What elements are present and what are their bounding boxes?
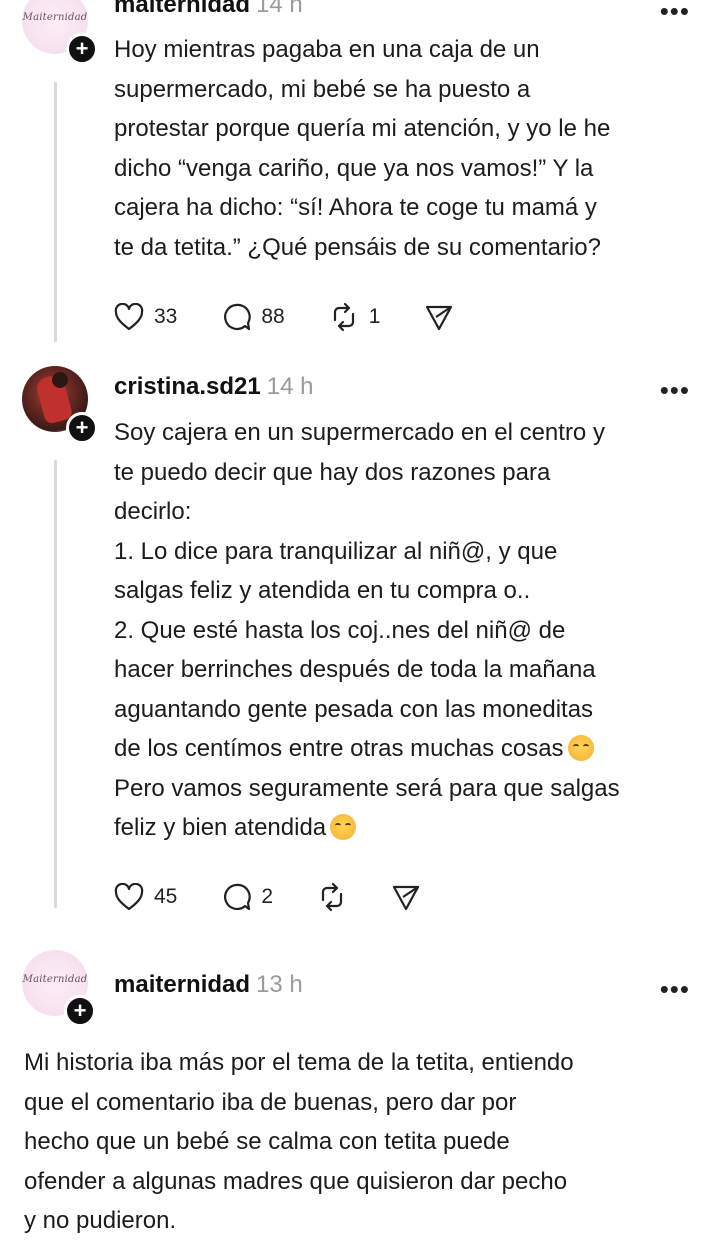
text-line: aguantando gente pesada con las monedita…	[114, 695, 594, 723]
username-text[interactable]: maiternidad	[114, 971, 250, 998]
send-triangle-icon	[392, 885, 420, 911]
username[interactable]: cristina.sd21 14 h	[114, 373, 313, 401]
heart-outline-icon	[114, 303, 144, 331]
repost-button[interactable]	[317, 882, 347, 912]
follow-plus-icon[interactable]: +	[66, 412, 98, 444]
text-line: de los centímos entre otras muchas cosas	[114, 729, 620, 769]
text-line: que el comentario iba de buenas, pero da…	[24, 1088, 517, 1116]
reply-text: Soy cajera en un supermercado en el cent…	[114, 413, 620, 848]
speech-bubble-icon	[224, 883, 252, 911]
username[interactable]: maiternidad 13 h	[114, 971, 303, 999]
comment-button[interactable]: 88	[221, 302, 285, 332]
post-text: Hoy mientras pagaba en una caja de un su…	[114, 30, 610, 267]
timestamp: 14 h	[256, 0, 303, 18]
text-line: decirlo:	[114, 498, 192, 525]
text-line: Hoy mientras pagaba en una caja de un	[114, 36, 540, 63]
text-line: te da tetita.” ¿Qué pensáis de su coment…	[114, 233, 601, 261]
text-line: hecho que un bebé se calma con tetita pu…	[24, 1128, 510, 1155]
reply-text: Mi historia iba más por el tema de la te…	[24, 1043, 574, 1241]
comment-count: 88	[261, 305, 285, 328]
text-line: Mi historia iba más por el tema de la te…	[24, 1049, 574, 1076]
timestamp: 13 h	[256, 971, 303, 998]
comment-count: 2	[261, 885, 274, 908]
more-options-icon[interactable]: •••	[660, 377, 690, 403]
text-line: Soy cajera en un supermercado en el cent…	[114, 419, 605, 446]
post-3: Maiternidad + maiternidad 13 h ••• Mi his…	[0, 940, 720, 1253]
follow-plus-icon[interactable]: +	[66, 33, 98, 65]
like-button[interactable]: 45	[114, 883, 177, 911]
heart-outline-icon	[114, 883, 144, 911]
username[interactable]: maiternidad 14 h	[114, 0, 303, 19]
share-button[interactable]	[424, 302, 454, 332]
text-line: feliz y bien atendida	[114, 808, 620, 848]
post-1: Maiternidad + maiternidad 14 h ••• Hoy mi…	[0, 0, 720, 350]
comment-button[interactable]: 2	[221, 882, 273, 912]
more-options-icon[interactable]: •••	[660, 976, 690, 1002]
repost-button[interactable]: 1	[329, 302, 381, 332]
text-line: y no pudieron.	[24, 1207, 177, 1234]
thread-line	[54, 460, 57, 908]
timestamp: 14 h	[266, 373, 314, 400]
thread-line	[54, 82, 57, 342]
text-line-content: de los centímos entre otras muchas cosas	[114, 735, 564, 762]
smiling-face-emoji-icon	[330, 814, 357, 840]
text-line: Pero vamos seguramente será para que sal…	[114, 774, 620, 802]
send-triangle-icon	[426, 305, 453, 331]
text-line-content: feliz y bien atendida	[114, 814, 327, 841]
text-line: cajera ha dicho: “sí! Ahora te coge tu m…	[114, 194, 597, 221]
more-options-icon[interactable]: •••	[660, 0, 690, 24]
like-button[interactable]: 33	[114, 303, 177, 331]
avatar-logo-text: Maiternidad	[22, 12, 88, 23]
action-bar: 45 2	[114, 880, 465, 914]
text-line: 2. Que esté hasta los coj..nes del niñ@ …	[114, 616, 566, 644]
text-line: dicho “venga cariño, que ya nos vamos!” …	[114, 154, 594, 182]
speech-bubble-icon	[224, 303, 252, 331]
text-line: te puedo decir que hay dos razones para	[114, 458, 551, 486]
repost-arrows-icon	[333, 302, 354, 332]
text-line: protestar porque quería mi atención, y y…	[114, 115, 611, 142]
avatar-logo-text: Maiternidad	[22, 974, 88, 985]
text-line: ofender a algunas madres que quisieron d…	[24, 1167, 568, 1195]
post-2: + cristina.sd21 14 h ••• Soy cajera en un…	[0, 360, 720, 920]
username-text[interactable]: cristina.sd21	[114, 373, 261, 400]
like-count: 33	[154, 305, 178, 328]
smiling-face-emoji-icon	[567, 735, 594, 761]
repost-arrows-icon	[321, 882, 343, 912]
repost-count: 1	[368, 305, 381, 328]
text-line: salgas feliz y atendida en tu compra o..	[114, 577, 531, 604]
share-button[interactable]	[391, 882, 421, 912]
follow-plus-icon[interactable]: +	[64, 995, 96, 1027]
action-bar: 33 88 1	[114, 300, 498, 334]
like-count: 45	[154, 885, 178, 908]
text-line: 1. Lo dice para tranquilizar al niñ@, y …	[114, 537, 558, 565]
avatar-photo	[52, 372, 68, 388]
text-line: supermercado, mi bebé se ha puesto a	[114, 75, 531, 103]
username-text[interactable]: maiternidad	[114, 0, 250, 18]
text-line: hacer berrinches después de toda la maña…	[114, 656, 596, 683]
